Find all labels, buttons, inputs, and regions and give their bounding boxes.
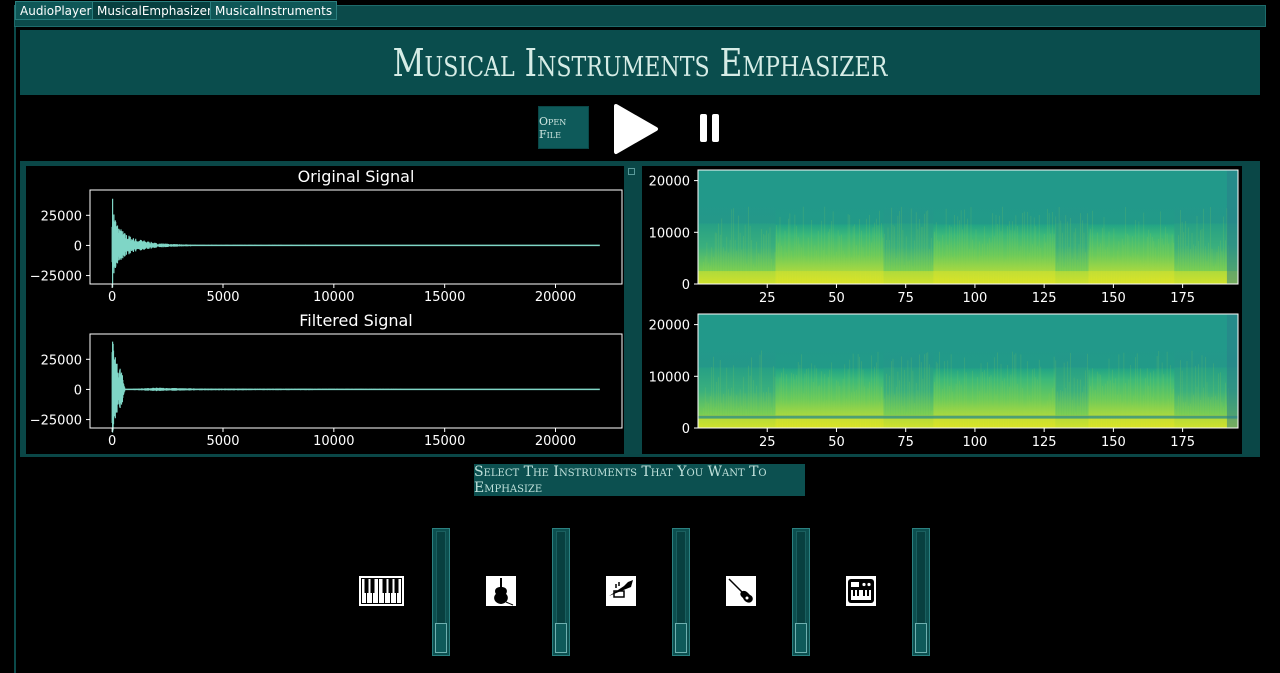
piano-icon <box>359 576 404 606</box>
open-file-button[interactable]: Open File <box>538 106 589 149</box>
tab-audio-player[interactable]: AudioPlayer <box>15 1 97 20</box>
chart-title: Filtered Signal <box>299 311 413 330</box>
y-tick-label: 0 <box>682 422 690 437</box>
x-tick-label: 75 <box>897 291 914 306</box>
tab-musical-instruments[interactable]: MusicalInstruments <box>210 1 338 20</box>
piano-slider[interactable] <box>432 528 450 656</box>
x-tick-label: 175 <box>1170 291 1195 306</box>
guitar-icon <box>726 576 756 606</box>
x-tick-label: 0 <box>108 434 116 449</box>
spectrogram-tail <box>1226 314 1238 428</box>
plot-panel-scroll <box>1242 166 1258 454</box>
x-tick-label: 150 <box>1101 435 1126 450</box>
x-tick-label: 10000 <box>313 290 354 305</box>
tab-musical-emphasizer[interactable]: MusicalEmphasizer <box>92 1 217 20</box>
spectrogram-low-band <box>698 271 1238 284</box>
spectrogram-tail <box>1226 170 1238 284</box>
signal-line <box>111 198 592 288</box>
x-tick-label: 175 <box>1170 435 1195 450</box>
x-tick-label: 50 <box>828 435 845 450</box>
spectrogram-plots: 25 50 75 100 125 150 175 0 10000 20000 25 50 75 100 12… <box>642 166 1242 454</box>
x-tick-label: 125 <box>1032 291 1057 306</box>
y-tick-label: −25000 <box>30 270 82 285</box>
y-tick-label: 0 <box>682 278 690 293</box>
y-tick-label: 10000 <box>649 226 690 241</box>
slider-handle[interactable] <box>795 623 807 653</box>
slider-handle[interactable] <box>435 623 447 653</box>
slider-handle[interactable] <box>915 623 927 653</box>
trumpet-icon <box>606 576 636 606</box>
signal-plots: Original Signal 0 5000 10000 15000 20000 25000… <box>26 166 624 454</box>
title-bar: Musical Instruments Emphasizer <box>20 30 1260 95</box>
y-tick-label: −25000 <box>30 414 82 429</box>
cello-icon <box>486 576 516 606</box>
x-tick-label: 5000 <box>206 434 239 449</box>
y-tick-label: 25000 <box>41 209 82 224</box>
x-tick-label: 125 <box>1032 435 1057 450</box>
play-icon <box>614 104 658 154</box>
y-tick-label: 0 <box>74 239 82 254</box>
instruments-prompt: Select The Instruments That You Want To … <box>474 464 805 496</box>
plot-frame <box>89 333 623 429</box>
x-tick-label: 25 <box>759 435 776 450</box>
spectrogram-filtered-notch <box>698 415 1238 419</box>
plot-frame <box>89 189 623 285</box>
splitter-handle[interactable] <box>628 168 635 175</box>
slider-handle[interactable] <box>555 623 567 653</box>
x-tick-label: 150 <box>1101 291 1126 306</box>
x-tick-label: 50 <box>828 291 845 306</box>
synthesizer-icon <box>846 576 876 606</box>
x-tick-label: 25 <box>759 291 776 306</box>
x-tick-label: 20000 <box>535 434 576 449</box>
slider-handle[interactable] <box>675 623 687 653</box>
spectrogram-plots-svg: 25 50 75 100 125 150 175 0 10000 20000 25 50 75 100 12… <box>649 169 1239 450</box>
window-frame <box>14 27 16 673</box>
y-tick-label: 20000 <box>649 319 690 334</box>
y-tick-label: 20000 <box>649 175 690 190</box>
trumpet-slider[interactable] <box>672 528 690 656</box>
guitar-slider[interactable] <box>792 528 810 656</box>
y-tick-label: 0 <box>74 383 82 398</box>
x-tick-label: 0 <box>108 290 116 305</box>
y-tick-label: 10000 <box>649 370 690 385</box>
x-tick-label: 5000 <box>206 290 239 305</box>
play-button[interactable] <box>610 102 660 156</box>
x-tick-label: 15000 <box>424 434 465 449</box>
x-tick-label: 20000 <box>535 290 576 305</box>
pause-button[interactable] <box>698 112 722 144</box>
cello-slider[interactable] <box>552 528 570 656</box>
x-tick-label: 10000 <box>313 434 354 449</box>
x-tick-label: 100 <box>963 291 988 306</box>
x-tick-label: 75 <box>897 435 914 450</box>
chart-title: Original Signal <box>298 167 415 186</box>
synthesizer-slider[interactable] <box>912 528 930 656</box>
pause-icon <box>700 114 719 142</box>
signal-line <box>111 341 593 433</box>
y-tick-label: 25000 <box>41 353 82 368</box>
x-tick-label: 15000 <box>424 290 465 305</box>
signal-plots-svg: Original Signal 0 5000 10000 15000 20000 25000… <box>30 167 623 449</box>
x-tick-label: 100 <box>963 435 988 450</box>
page-title: Musical Instruments Emphasizer <box>392 40 888 85</box>
